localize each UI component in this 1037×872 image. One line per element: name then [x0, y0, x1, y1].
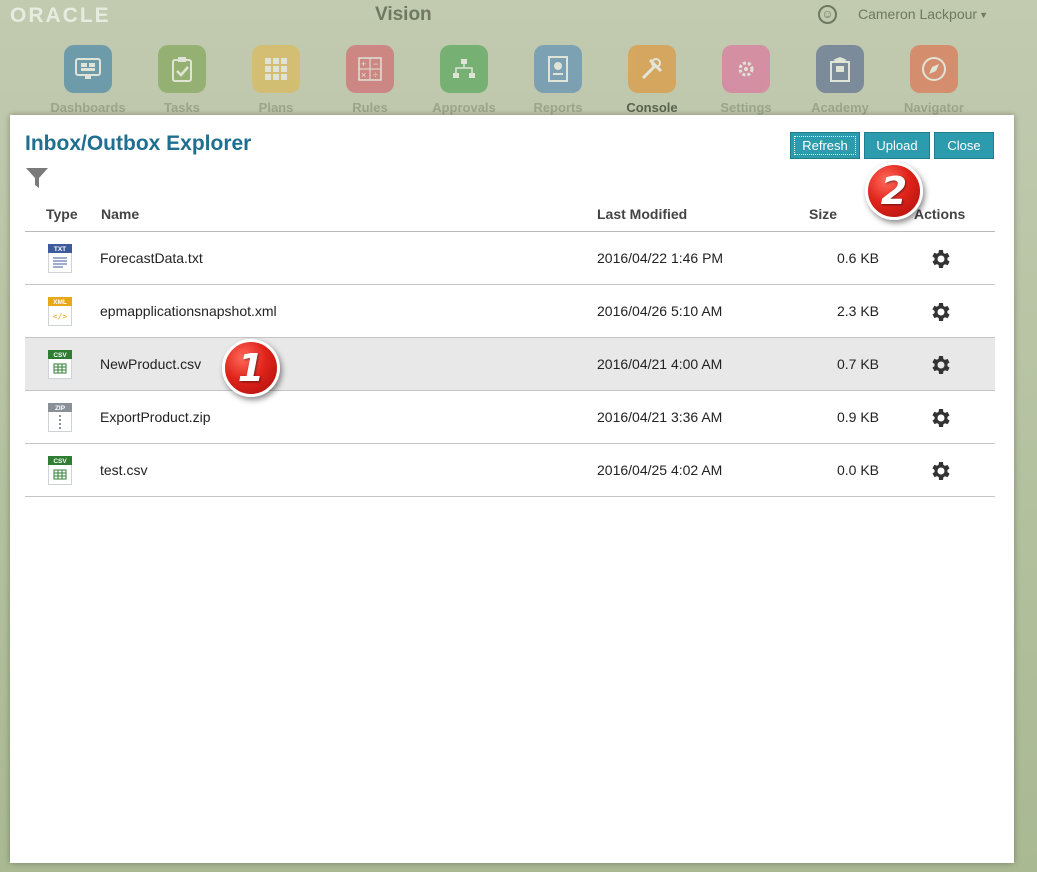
svg-text:×: × — [361, 70, 366, 80]
gear-icon[interactable] — [928, 406, 952, 430]
csv-file-icon: CSV — [48, 456, 72, 485]
txt-file-icon: TXT — [48, 244, 72, 273]
grid-icon — [252, 45, 300, 93]
table-row[interactable]: TXT ForecastData.txt 2016/04/22 1:46 PM 0.6… — [25, 232, 995, 285]
file-size: 2.3 KB — [836, 303, 879, 319]
file-name[interactable]: NewProduct.csv — [100, 356, 201, 372]
last-modified: 2016/04/21 3:36 AM — [597, 409, 723, 425]
last-modified: 2016/04/25 4:02 AM — [597, 462, 723, 478]
close-button[interactable]: Close — [934, 132, 994, 159]
table-row[interactable]: ZIP ExportProduct.zip 2016/04/21 3:36 AM 0.… — [25, 391, 995, 444]
top-bar: ORACLE Vision ☺ Cameron Lackpour ▼ Dashbo… — [0, 0, 1037, 118]
table-body: TXT ForecastData.txt 2016/04/22 1:46 PM 0.6… — [25, 232, 995, 497]
file-type-label: ZIP — [55, 405, 66, 412]
app-title: Vision — [375, 4, 432, 25]
column-header-name[interactable]: Name — [101, 206, 139, 222]
user-menu[interactable]: Cameron Lackpour ▼ — [858, 6, 988, 22]
nav-item-dashboards[interactable]: Dashboards — [40, 45, 136, 115]
nav-item-reports[interactable]: Reports — [510, 45, 606, 115]
xml-file-icon: XML </> — [48, 297, 72, 326]
compass-icon — [910, 45, 958, 93]
column-header-type[interactable]: Type — [46, 206, 78, 222]
hierarchy-icon — [440, 45, 488, 93]
settings-icon — [722, 45, 770, 93]
file-size: 0.7 KB — [836, 356, 879, 372]
svg-text:÷: ÷ — [373, 70, 378, 80]
calculator-icon: + − × ÷ — [346, 45, 394, 93]
file-size: 0.6 KB — [836, 250, 879, 266]
csv-file-icon: CSV — [48, 350, 72, 379]
file-name[interactable]: epmapplicationsnapshot.xml — [100, 303, 277, 319]
callout-badge-2: 2 — [865, 162, 923, 220]
dashboard-icon — [64, 45, 112, 93]
last-modified: 2016/04/26 5:10 AM — [597, 303, 723, 319]
zip-file-icon: ZIP — [48, 403, 72, 432]
last-modified: 2016/04/22 1:46 PM — [597, 250, 724, 266]
report-icon — [534, 45, 582, 93]
upload-button[interactable]: Upload — [864, 132, 930, 159]
tools-icon — [628, 45, 676, 93]
file-name[interactable]: ForecastData.txt — [100, 250, 203, 266]
table-header: Type Name Last Modified Size Actions — [25, 201, 995, 232]
file-name[interactable]: ExportProduct.zip — [100, 409, 211, 425]
academy-icon — [816, 45, 864, 93]
table-row[interactable]: XML </> epmapplicationsnapshot.xml 2016/04/… — [25, 285, 995, 338]
file-size: 0.9 KB — [836, 409, 879, 425]
nav-item-academy[interactable]: Academy — [792, 45, 888, 115]
file-type-label: TXT — [54, 246, 66, 253]
nav-item-approvals[interactable]: Approvals — [416, 45, 512, 115]
svg-text:+: + — [361, 59, 366, 69]
user-name: Cameron Lackpour — [858, 6, 978, 22]
last-modified: 2016/04/21 4:00 AM — [597, 356, 723, 372]
accessibility-icon[interactable]: ☺ — [818, 5, 837, 24]
file-size: 0.0 KB — [836, 462, 879, 478]
chevron-down-icon: ▼ — [979, 10, 988, 21]
callout-badge-1: 1 — [222, 339, 280, 397]
nav-item-plans[interactable]: Plans — [228, 45, 324, 115]
nav-item-navigator[interactable]: Navigator — [886, 45, 982, 115]
file-type-label: CSV — [53, 352, 67, 359]
nav-item-settings[interactable]: Settings — [698, 45, 794, 115]
gear-icon[interactable] — [928, 353, 952, 377]
oracle-logo: ORACLE — [10, 4, 111, 27]
column-header-size[interactable]: Size — [809, 206, 837, 222]
table-row[interactable]: CSV NewProduct.csv 2016/04/21 4:00 AM 0.7 K… — [25, 338, 995, 391]
column-header-actions: Actions — [914, 206, 966, 222]
clipboard-check-icon — [158, 45, 206, 93]
refresh-button[interactable]: Refresh — [790, 132, 860, 159]
svg-text:−: − — [373, 59, 378, 69]
svg-text:</>: </> — [53, 312, 68, 321]
inbox-outbox-dialog: Inbox/Outbox Explorer Refresh Upload Clo… — [10, 115, 1014, 863]
filter-icon[interactable] — [25, 167, 49, 189]
file-table: Type Name Last Modified Size Actions TXT… — [25, 201, 995, 497]
dialog-title: Inbox/Outbox Explorer — [25, 132, 252, 155]
nav-item-tasks[interactable]: Tasks — [134, 45, 230, 115]
gear-icon[interactable] — [928, 247, 952, 271]
column-header-modified[interactable]: Last Modified — [597, 206, 687, 222]
gear-icon[interactable] — [928, 300, 952, 324]
file-type-label: XML — [53, 299, 67, 306]
nav-item-console[interactable]: Console — [604, 45, 700, 115]
file-type-label: CSV — [53, 458, 67, 465]
nav-item-rules[interactable]: + − × ÷ Rules — [322, 45, 418, 115]
table-row[interactable]: CSV test.csv 2016/04/25 4:02 AM 0.0 KB — [25, 444, 995, 497]
file-name[interactable]: test.csv — [100, 462, 147, 478]
gear-icon[interactable] — [928, 459, 952, 483]
